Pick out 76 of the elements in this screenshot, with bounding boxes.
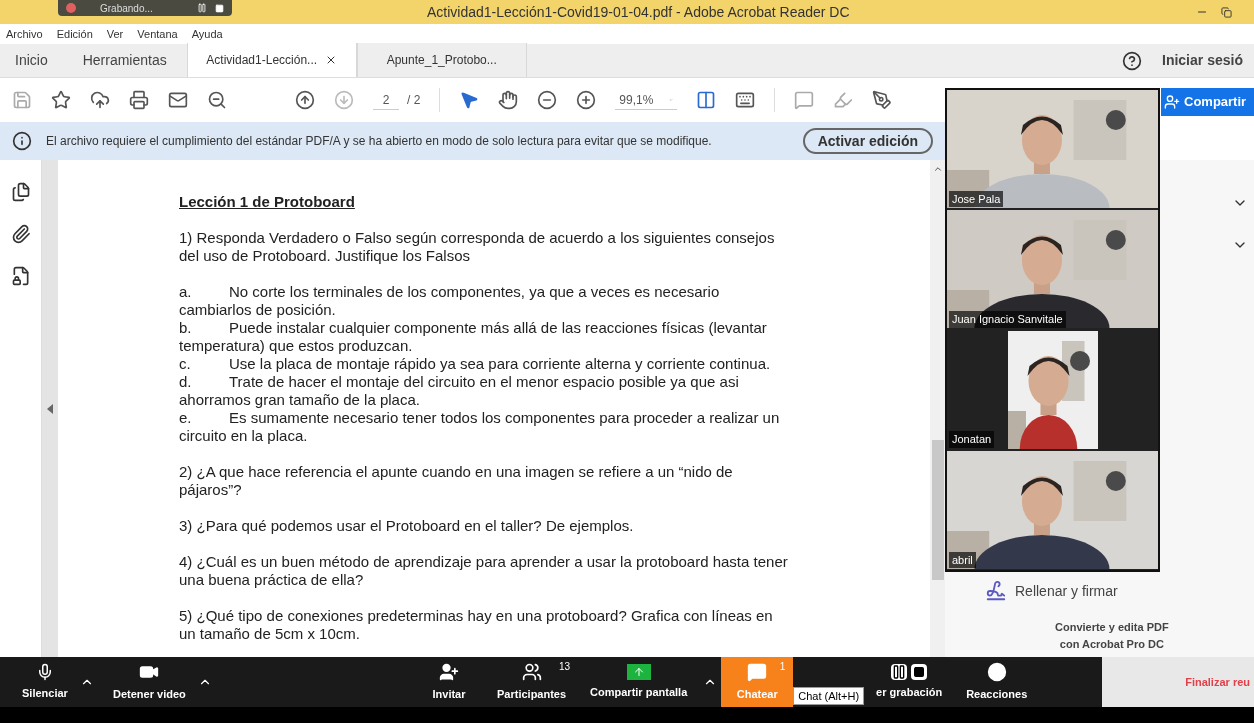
question-text: 2) ¿A que hace referencia el apunte cuando en una imagen se refiere a un “nido de pájaros”?: [179, 463, 734, 499]
list-item-text: b. Puede instalar cualquier componente más allá de las reacciones físicas (levantar temperatura) que estos produzcan.: [179, 319, 768, 355]
pages-icon[interactable]: [10, 182, 31, 202]
question-text: 1) Responda Verdadero o Falso según corresponda de acuerdo a los siguientes consejos del uso de Protoboard. Justifique los Falsos: [179, 229, 776, 265]
stop-video-button[interactable]: Detener video: [113, 661, 186, 703]
document-tab[interactable]: Actividad1-Lección...: [186, 43, 357, 77]
pause-stop-icon: [891, 663, 928, 680]
count-label: 13: [558, 660, 571, 674]
menu-item[interactable]: Edición: [56, 25, 93, 43]
recording-label: Grabando...: [100, 1, 153, 16]
window-title: Actividad1-Lección1-Covid19-01-04.pdf - Adobe Acrobat Reader DC: [427, 2, 850, 22]
question-text: 4) ¿Cuál es un buen método de aprendizaje para aprender a usar la protoboard hasta tener una buena práctica de ella?: [179, 553, 789, 589]
document-lock-icon[interactable]: [10, 266, 31, 286]
page-total: / 2: [407, 92, 421, 109]
star-icon[interactable]: [51, 90, 71, 110]
list-item-text: c. Use la placa de montaje rápido ya sea para corriente alterna y corriente continua.: [179, 355, 772, 373]
scroll-up-icon[interactable]: [932, 164, 943, 174]
fill-sign-item[interactable]: Rellenar y firmar: [985, 580, 1118, 602]
reactions-button[interactable]: Reacciones: [954, 657, 1040, 707]
participant-name: Jose Pala: [949, 190, 1004, 208]
question-text: 5) ¿Qué tipo de conexiones predeterminas hay en una protoboard? Grafica con líneas en un tamaño de 5cm x 10cm.: [179, 607, 774, 643]
list-item-text: d. Trate de hacer el montaje del circuito en el menor espacio posible ya que asi ahorramos gran tamaño de la placa.: [179, 373, 740, 409]
promo-text: con Acrobat Pro DC: [1059, 636, 1164, 652]
invite-button[interactable]: Invitar: [413, 657, 485, 707]
sign-in-link[interactable]: Iniciar sesió: [1162, 50, 1254, 71]
pointer-icon[interactable]: [459, 90, 480, 110]
add-person-icon: [439, 661, 459, 682]
share-button[interactable]: Compartir pantalla: [578, 657, 700, 707]
stop-icon[interactable]: [215, 3, 224, 13]
chat-bubble-icon: [747, 661, 768, 682]
participant-name: abril: [949, 551, 976, 568]
activate-edit-button[interactable]: Activar edición: [802, 128, 933, 154]
restore-icon[interactable]: [1221, 6, 1232, 18]
mail-icon[interactable]: [168, 90, 188, 110]
hand-icon[interactable]: [498, 90, 519, 110]
add-person-icon: [1164, 94, 1180, 110]
pause-icon[interactable]: [197, 3, 207, 13]
list-item-text: e. Es sumamente necesario tener todos los componentes para proceder a realizar un circuito en la placa.: [179, 409, 781, 445]
info-icon[interactable]: [12, 131, 32, 151]
question-text: 3) ¿Para qué podemos usar el Protoboard en el taller? De ejemplos.: [179, 517, 635, 535]
pen-icon[interactable]: [872, 90, 893, 110]
zoom-out-icon[interactable]: [537, 90, 558, 110]
previous-page-icon[interactable]: [295, 90, 315, 110]
nav-tab[interactable]: Inicio: [0, 50, 63, 71]
attachment-icon[interactable]: [10, 224, 31, 244]
notice-text: El archivo requiere el cumplimiento del estándar PDF/A y se ha abierto en modo de solo lectura para evitar que se modifique.: [46, 133, 712, 150]
zoom-select[interactable]: 99,1%: [615, 90, 678, 110]
share-screen-icon: [626, 663, 651, 680]
menu-item[interactable]: Ver: [106, 25, 124, 43]
record-button[interactable]: er grabación: [864, 657, 955, 707]
scrollbar[interactable]: [930, 160, 945, 657]
participant-name: Jonatan: [949, 431, 995, 448]
menu-item[interactable]: Archivo: [6, 25, 43, 43]
document-tab[interactable]: Apunte_1_Protobo...: [356, 43, 527, 77]
zoom-out-icon[interactable]: [207, 90, 227, 110]
page-layout-icon[interactable]: [696, 90, 717, 110]
menu-item[interactable]: Ventana: [137, 25, 178, 43]
chat-tooltip: Chat (Alt+H): [793, 686, 865, 705]
document-title: Lección 1 de Protoboard: [179, 193, 355, 211]
menu-item[interactable]: Ayuda: [191, 25, 223, 43]
people-icon: [521, 661, 542, 682]
share-button[interactable]: Compartir: [1161, 88, 1254, 116]
promo-text: Convierte y edita PDF: [1055, 620, 1169, 635]
count-label: 1: [779, 660, 786, 674]
keyboard-icon[interactable]: [735, 90, 756, 110]
page-number-field[interactable]: 2: [373, 90, 399, 110]
participants-button[interactable]: 13 Participantes: [485, 657, 579, 707]
upload-icon[interactable]: [90, 90, 110, 110]
zoom-in-icon[interactable]: [576, 90, 597, 110]
mute-button[interactable]: Silenciar: [22, 662, 68, 702]
nav-tab[interactable]: Herramientas: [67, 50, 182, 71]
scrollbar-thumb[interactable]: [931, 440, 944, 580]
signature-icon: [985, 580, 1007, 602]
list-item-text: a. No corte los terminales de los componentes, ya que a veces es necesario cambiarlos de posición.: [179, 283, 721, 319]
help-icon[interactable]: [1122, 50, 1142, 71]
printer-icon[interactable]: [129, 90, 149, 110]
